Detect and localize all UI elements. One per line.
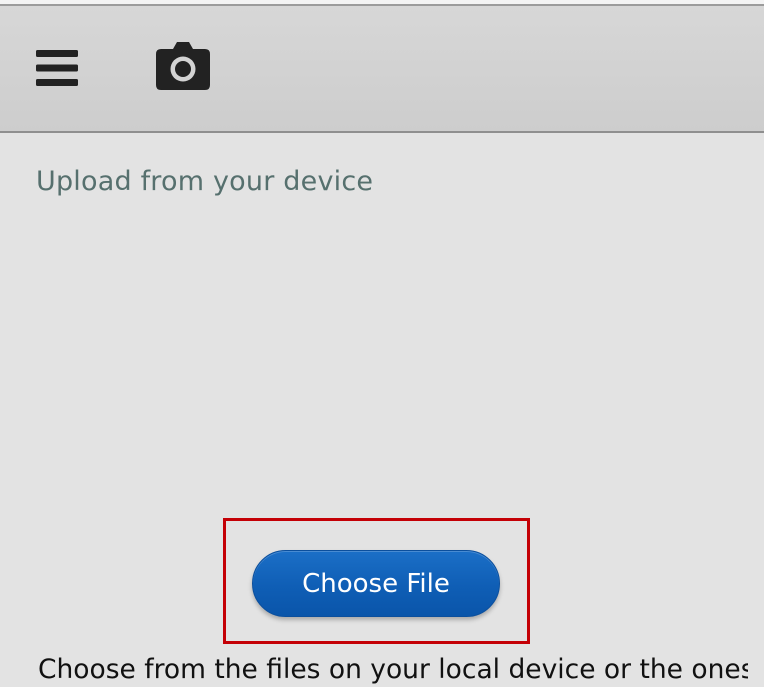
camera-icon bbox=[156, 42, 210, 90]
choose-file-button-label: Choose File bbox=[302, 568, 450, 599]
upload-description: Choose from the files on your local devi… bbox=[38, 654, 748, 685]
toolbar bbox=[0, 6, 764, 133]
upload-page: Upload from your device Choose File Choo… bbox=[0, 0, 764, 687]
menu-button[interactable] bbox=[36, 50, 78, 86]
camera-button[interactable] bbox=[156, 42, 210, 90]
choose-file-button[interactable]: Choose File bbox=[252, 550, 500, 617]
section-title: Upload from your device bbox=[36, 166, 374, 197]
hamburger-menu-icon bbox=[36, 50, 78, 86]
